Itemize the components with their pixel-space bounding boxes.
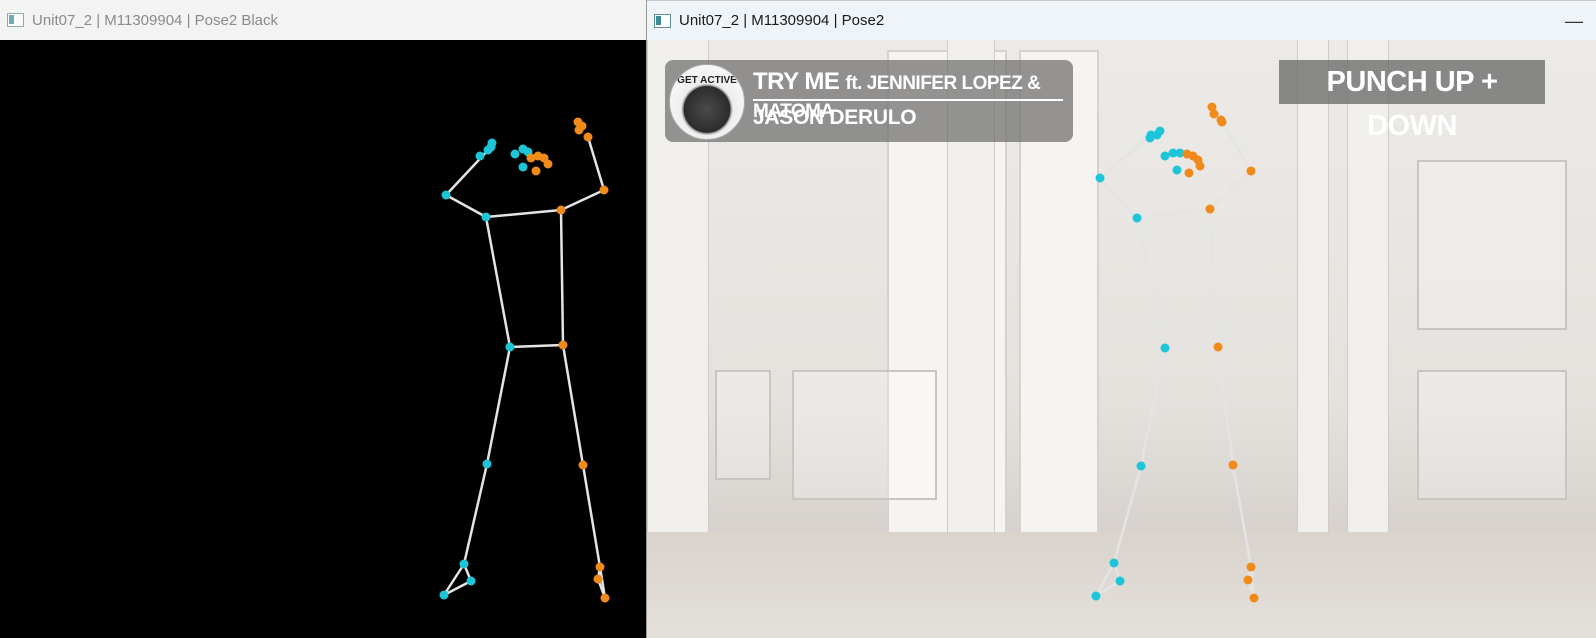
skeleton-bone xyxy=(1099,177,1138,219)
pose-keypoint xyxy=(583,132,593,142)
skeleton-bone xyxy=(1164,345,1219,350)
skeleton-bone xyxy=(1208,208,1220,348)
skeleton-bone xyxy=(1112,465,1143,564)
face-keypoint xyxy=(531,166,541,176)
pose-keypoint xyxy=(1109,558,1119,568)
pose-keypoint xyxy=(593,574,603,584)
skeleton-bone xyxy=(1139,347,1167,467)
video-frame: GET ACTIVE TRY ME ft. JENNIFER LOPEZ & M… xyxy=(647,40,1596,638)
pose-keypoint xyxy=(466,576,476,586)
face-keypoint xyxy=(510,149,520,159)
pose-keypoint xyxy=(556,205,566,215)
face-keypoint xyxy=(1209,109,1219,119)
skeleton-bone xyxy=(445,193,487,219)
pose-keypoint xyxy=(439,590,449,600)
pose-keypoint xyxy=(1246,562,1256,572)
pose-skeleton xyxy=(1091,102,1259,603)
pose-keypoint xyxy=(1160,343,1170,353)
face-keypoint xyxy=(1160,151,1170,161)
skeleton-bone xyxy=(586,136,606,191)
pose-black-window: Unit07_2 | M11309904 | Pose2 Black xyxy=(0,0,646,638)
pose-keypoint xyxy=(595,562,605,572)
skeleton-bone xyxy=(484,216,512,348)
pose-keypoint xyxy=(441,190,451,200)
face-keypoint xyxy=(1195,161,1205,171)
app-window-icon xyxy=(654,13,671,28)
minimize-button[interactable]: — xyxy=(1562,9,1586,33)
pose-keypoint xyxy=(1213,342,1223,352)
pose-keypoint xyxy=(1205,204,1215,214)
title-bar[interactable]: Unit07_2 | M11309904 | Pose2 Black xyxy=(0,0,646,40)
pose-keypoint xyxy=(578,460,588,470)
skeleton-bone xyxy=(581,464,602,568)
face-keypoint xyxy=(574,125,584,135)
face-keypoint xyxy=(543,159,553,169)
pose-skeleton xyxy=(439,117,610,603)
face-keypoint xyxy=(487,138,497,148)
face-keypoint xyxy=(475,151,485,161)
pose-keypoint xyxy=(1243,575,1253,585)
skeleton-bone xyxy=(445,146,492,196)
pose-keypoint xyxy=(1115,576,1125,586)
pose-keypoint xyxy=(459,559,469,569)
skeleton-bone xyxy=(509,343,564,349)
skeleton-bone xyxy=(485,208,562,219)
app-window-icon xyxy=(7,13,24,27)
pose-keypoint xyxy=(481,212,491,222)
pose-keypoint xyxy=(1228,460,1238,470)
face-keypoint xyxy=(1155,126,1165,136)
face-keypoint xyxy=(1216,115,1226,125)
skeleton-bone xyxy=(560,188,605,212)
pose-video-window: Unit07_2 | M11309904 | Pose2 — GET ACTIV… xyxy=(646,0,1596,638)
pose-keypoint xyxy=(505,342,515,352)
pose-keypoint xyxy=(1132,213,1142,223)
pose-keypoint xyxy=(599,185,609,195)
pose-keypoint xyxy=(1249,593,1259,603)
skeleton-bone xyxy=(1099,134,1152,179)
skeleton-bone xyxy=(1136,207,1211,220)
pose-keypoint xyxy=(600,593,610,603)
skeleton-bone xyxy=(559,209,565,346)
pose-keypoint xyxy=(1246,166,1256,176)
skeleton-bone xyxy=(1220,121,1253,172)
window-title: Unit07_2 | M11309904 | Pose2 Black xyxy=(32,11,279,29)
face-keypoint xyxy=(1172,165,1182,175)
skeleton-canvas xyxy=(0,40,646,638)
pose-keypoint xyxy=(558,340,568,350)
skeleton-bone xyxy=(1209,170,1252,210)
skeleton-bone xyxy=(1231,464,1253,568)
skeleton-bone xyxy=(561,344,585,466)
pose-keypoint xyxy=(1095,173,1105,183)
pose-keypoint xyxy=(1136,461,1146,471)
skeleton-bone xyxy=(485,346,512,465)
window-title: Unit07_2 | M11309904 | Pose2 xyxy=(679,12,885,29)
face-keypoint xyxy=(1184,168,1194,178)
face-keypoint xyxy=(518,162,528,172)
pose-keypoint xyxy=(1091,591,1101,601)
title-bar[interactable]: Unit07_2 | M11309904 | Pose2 — xyxy=(647,0,1596,40)
skeleton-bone xyxy=(1216,346,1235,466)
skeleton-bone xyxy=(1135,217,1167,349)
pose-keypoint xyxy=(482,459,492,469)
skeleton-bone xyxy=(462,463,489,565)
